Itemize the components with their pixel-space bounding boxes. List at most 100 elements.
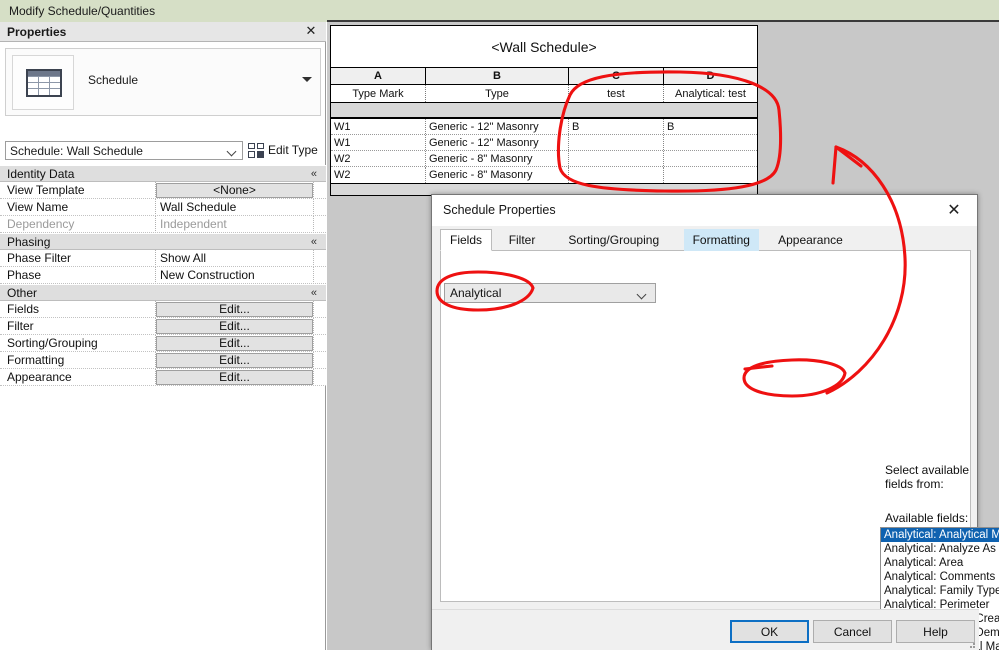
schedule-cell[interactable]: W2 — [331, 151, 426, 166]
edit-type-button[interactable]: Edit Type — [248, 140, 322, 161]
property-group-header[interactable]: Other « — [0, 284, 326, 301]
properties-palette: Properties ✕ Schedule Schedule: Wall Sch… — [0, 22, 326, 650]
source-category-combo[interactable]: Analytical — [444, 283, 656, 303]
property-row[interactable]: Fields Edit... — [0, 301, 326, 318]
chevron-down-icon[interactable] — [302, 77, 312, 82]
schedule-title: <Wall Schedule> — [331, 26, 757, 68]
schedule-cell[interactable]: W2 — [331, 167, 426, 183]
schedule-column-letters: ABCD — [331, 68, 757, 85]
schedule-column-letter[interactable]: D — [664, 68, 757, 84]
list-item[interactable]: Analytical: Comments — [881, 570, 999, 584]
schedule-cell[interactable]: Generic - 8" Masonry — [426, 151, 569, 166]
property-cell-divider — [155, 250, 156, 267]
schedule-cell[interactable]: Generic - 8" Masonry — [426, 167, 569, 183]
table-row[interactable]: W1 Generic - 12" Masonry — [331, 135, 757, 151]
list-item[interactable]: Analytical: Analyze As — [881, 542, 999, 556]
type-selector-combo[interactable]: Schedule: Wall Schedule — [5, 141, 243, 160]
property-row[interactable]: Formatting Edit... — [0, 352, 326, 369]
property-name: View Name — [7, 200, 69, 214]
list-item[interactable]: Analytical: Analytical Model Correct — [881, 528, 999, 542]
resize-grip[interactable] — [966, 639, 976, 649]
property-group-header[interactable]: Identity Data « — [0, 165, 326, 182]
property-value: Wall Schedule — [160, 200, 237, 214]
schedule-cell[interactable] — [569, 151, 664, 166]
schedule-cell[interactable] — [664, 151, 757, 166]
edit-type-icon — [248, 143, 264, 158]
property-name: Sorting/Grouping — [7, 336, 98, 350]
tab-sorting-grouping[interactable]: Sorting/Grouping — [559, 229, 668, 251]
schedule-field-header[interactable]: Type Mark — [331, 85, 426, 102]
dialog-title: Schedule Properties — [443, 203, 556, 217]
schedule-field-header[interactable]: Analytical: test — [664, 85, 757, 102]
chevron-up-icon: « — [310, 236, 317, 248]
schedule-cell[interactable]: B — [569, 119, 664, 134]
list-item[interactable]: Analytical: Family Type — [881, 584, 999, 598]
schedule-column-letter[interactable]: B — [426, 68, 569, 84]
wall-schedule-table[interactable]: <Wall Schedule> ABCD Type Mark Type test An… — [330, 25, 758, 196]
property-edit-button[interactable]: Edit... — [156, 336, 313, 351]
property-group-label: Phasing — [7, 235, 51, 249]
type-selector-value: Schedule: Wall Schedule — [10, 144, 143, 158]
table-row[interactable]: W1 Generic - 12" Masonry B B — [331, 119, 757, 135]
schedule-cell[interactable] — [569, 135, 664, 150]
property-edit-button[interactable]: Edit... — [156, 302, 313, 317]
property-value: New Construction — [160, 268, 255, 282]
ribbon-context-tab-label: Modify Schedule/Quantities — [9, 4, 156, 18]
property-row-tail — [313, 301, 314, 318]
property-edit-button[interactable]: Edit... — [156, 353, 313, 368]
schedule-cell[interactable] — [664, 135, 757, 150]
ok-button[interactable]: OK — [730, 620, 809, 643]
schedule-cell[interactable]: Generic - 12" Masonry — [426, 119, 569, 134]
list-item[interactable]: Analytical: Area — [881, 556, 999, 570]
dialog-title-bar: Schedule Properties ✕ — [432, 195, 977, 226]
schedule-cell[interactable]: Generic - 12" Masonry — [426, 135, 569, 150]
property-edit-button[interactable]: Edit... — [156, 370, 313, 385]
help-button[interactable]: Help — [896, 620, 975, 643]
property-row[interactable]: Filter Edit... — [0, 318, 326, 335]
property-row[interactable]: View Template <None> — [0, 182, 326, 199]
tab-appearance[interactable]: Appearance — [769, 229, 852, 251]
property-name: View Template — [7, 183, 85, 197]
close-icon[interactable]: ✕ — [304, 24, 318, 38]
schedule-cell[interactable]: W1 — [331, 119, 426, 134]
property-row-divider — [0, 385, 326, 386]
table-row[interactable]: W2 Generic - 8" Masonry — [331, 151, 757, 167]
schedule-column-letter[interactable]: C — [569, 68, 664, 84]
tab-fields[interactable]: Fields — [440, 229, 493, 251]
schedule-column-letter[interactable]: A — [331, 68, 426, 84]
property-name: Fields — [7, 302, 40, 316]
schedule-table-icon — [26, 69, 62, 97]
schedule-field-header[interactable]: test — [569, 85, 664, 102]
schedule-cell[interactable]: W1 — [331, 135, 426, 150]
property-name: Phase Filter — [7, 251, 72, 265]
tab-formatting[interactable]: Formatting — [683, 229, 759, 251]
tab-filter[interactable]: Filter — [500, 229, 545, 251]
property-row[interactable]: Phase New Construction — [0, 267, 326, 284]
schedule-cell[interactable] — [569, 167, 664, 183]
ribbon-context-strip: Modify Schedule/Quantities — [0, 0, 999, 22]
property-group-label: Identity Data — [7, 167, 75, 181]
property-row[interactable]: Phase Filter Show All — [0, 250, 326, 267]
type-preview-box: Schedule — [5, 48, 321, 116]
property-name: Formatting — [7, 353, 65, 367]
property-edit-button[interactable]: <None> — [156, 183, 313, 198]
property-row[interactable]: Sorting/Grouping Edit... — [0, 335, 326, 352]
property-cell-divider — [155, 199, 156, 216]
schedule-field-header[interactable]: Type — [426, 85, 569, 102]
cancel-button[interactable]: Cancel — [813, 620, 892, 643]
table-row[interactable]: W2 Generic - 8" Masonry — [331, 167, 757, 183]
property-edit-button[interactable]: Edit... — [156, 319, 313, 334]
chevron-up-icon: « — [310, 168, 317, 180]
property-row[interactable]: Appearance Edit... — [0, 369, 326, 386]
property-cell-divider — [155, 216, 156, 233]
schedule-cell[interactable] — [664, 167, 757, 183]
property-group-header[interactable]: Phasing « — [0, 233, 326, 250]
property-value: Show All — [160, 251, 207, 265]
dialog-tabstrip: Fields Filter Sorting/Grouping Formatting Ap… — [440, 229, 971, 251]
close-icon[interactable]: ✕ — [935, 197, 973, 223]
type-thumbnail — [12, 55, 74, 110]
property-row[interactable]: Dependency Independent — [0, 216, 326, 233]
schedule-cell[interactable]: B — [664, 119, 757, 134]
schedule-field-headers: Type Mark Type test Analytical: test — [331, 85, 757, 103]
property-row[interactable]: View Name Wall Schedule — [0, 199, 326, 216]
